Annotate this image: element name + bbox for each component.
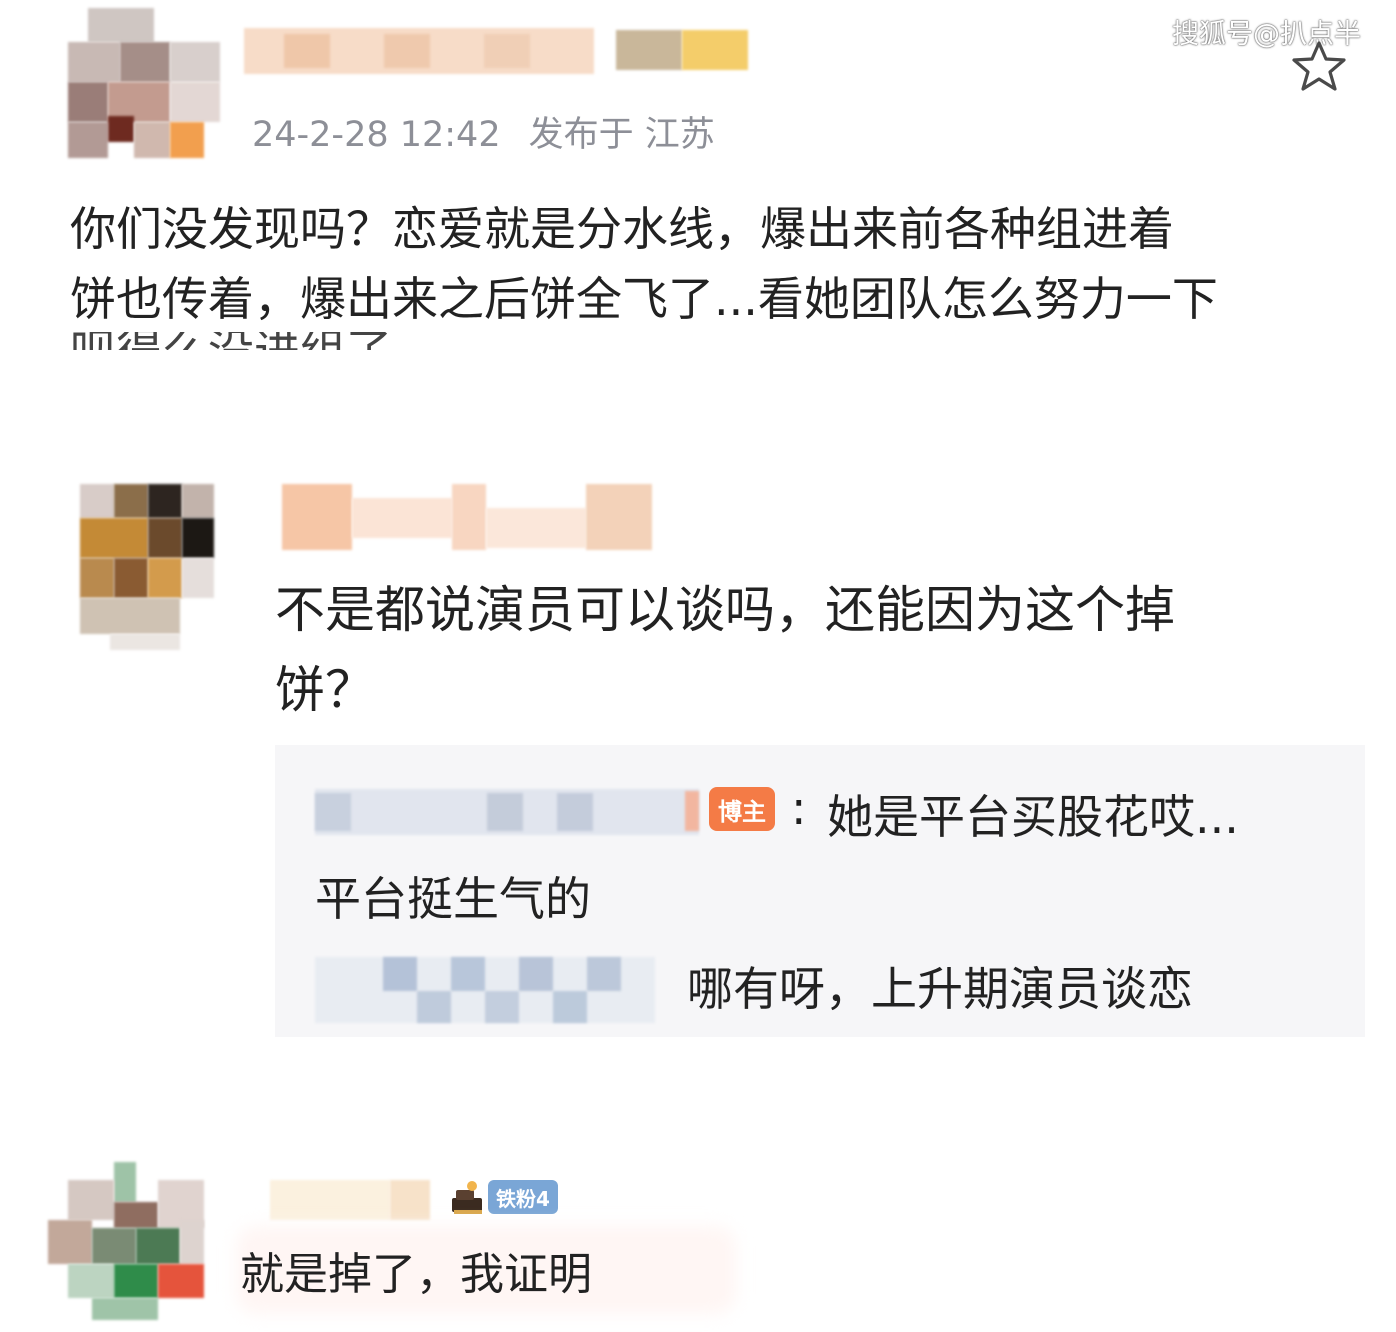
fan-level-badge: 铁粉4 bbox=[488, 1180, 558, 1214]
comment-text: 不是都说演员可以谈吗，还能因为这个掉 饼？ bbox=[275, 570, 1175, 730]
reply-colon: : bbox=[791, 781, 807, 835]
reply-text-line: 平台挺生气的 bbox=[315, 872, 591, 926]
comment-text-line: 你们没发现吗？恋爱就是分水线，爆出来前各种组进着 bbox=[70, 202, 1174, 256]
blogger-badge: 博主 bbox=[709, 787, 775, 831]
reply-username-redacted[interactable] bbox=[315, 789, 699, 835]
comment-text-cut: 呗得么没进组了 bbox=[70, 332, 1360, 350]
timestamp: 24-2-28 12:42 bbox=[252, 115, 501, 155]
fan-level-icon bbox=[452, 1181, 482, 1214]
reply-text: 她是平台买股花哎... bbox=[827, 790, 1239, 844]
comment-meta: 24-2-28 12:42 发布于 江苏 bbox=[252, 106, 715, 157]
avatar[interactable] bbox=[68, 8, 220, 158]
comment-text: 你们没发现吗？恋爱就是分水线，爆出来前各种组进着 饼也传着，爆出来之后饼全飞了.… bbox=[70, 194, 1218, 334]
comment-text-line: 饼也传着，爆出来之后饼全飞了...看她团队怎么努力一下 bbox=[70, 272, 1218, 326]
avatar[interactable] bbox=[80, 484, 214, 650]
avatar[interactable] bbox=[48, 1162, 204, 1320]
reply-preview-box[interactable]: 博主 : 她是平台买股花哎... 平台挺生气的 哪有呀，上升期演员谈恋 bbox=[275, 745, 1365, 1037]
comment-text-line: 不是都说演员可以谈吗，还能因为这个掉 bbox=[275, 581, 1175, 639]
reply-text: 哪有呀，上升期演员谈恋 bbox=[687, 962, 1193, 1016]
reply-username-redacted[interactable] bbox=[315, 957, 655, 1023]
comment-text-line: 饼？ bbox=[275, 661, 375, 719]
username-redacted[interactable] bbox=[282, 484, 652, 554]
comment-text: 就是掉了，我证明 bbox=[240, 1249, 592, 1300]
location: 发布于 江苏 bbox=[528, 115, 715, 155]
username-redacted[interactable] bbox=[270, 1180, 440, 1220]
username-redacted[interactable] bbox=[244, 26, 748, 76]
comment-1: 24-2-28 12:42 发布于 江苏 你们没发现吗？恋爱就是分水线，爆出来前各… bbox=[0, 0, 1396, 360]
